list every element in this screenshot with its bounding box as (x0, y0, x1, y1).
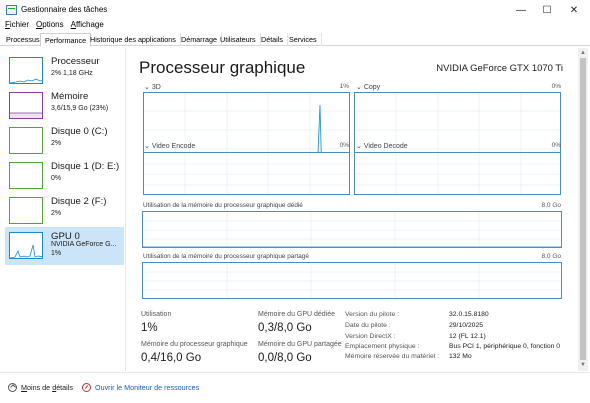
chevron-up-circle-icon (8, 383, 17, 392)
physical-location-label: Emplacement physique : (345, 343, 420, 350)
memoire-thumbnail (9, 92, 43, 119)
driver-version-value: 32.0.15.8180 (449, 311, 489, 318)
tab-utilisateurs[interactable]: Utilisateurs (216, 33, 261, 46)
tab-historique[interactable]: Historique des applications (86, 33, 181, 46)
sidebar-item-memoire[interactable]: Mémoire 3,6/15,9 Go (23%) (5, 87, 124, 125)
window-title: Gestionnaire des tâches (21, 5, 108, 14)
tab-bar: Processus Performance Historique des app… (0, 33, 590, 47)
reserved-memory-value: 132 Mo (449, 353, 472, 360)
dedicated-memory-graph (142, 211, 562, 248)
sidebar-item-label: Disque 2 (F:) (51, 196, 107, 207)
sidebar-item-processeur[interactable]: Processeur 2% 1,18 GHz (5, 52, 124, 90)
menu-fichier[interactable]: Fichier (5, 20, 29, 32)
menu-bar: Fichier Options Affichage (0, 20, 104, 32)
sidebar-item-detail: 2% (51, 210, 62, 217)
engine-3d-percent: 1% (339, 83, 349, 90)
sidebar-item-label: Disque 1 (D: E:) (51, 161, 120, 172)
sidebar-item-usage: 1% (51, 250, 62, 257)
scroll-down-arrow-icon[interactable]: ▼ (579, 361, 587, 369)
engine-copy-label[interactable]: ⌄ Copy (356, 83, 380, 91)
shared-memory-label: Utilisation de la mémoire du processeur … (143, 253, 309, 260)
vertical-scrollbar[interactable]: ▲ ▼ (578, 48, 588, 371)
directx-version-value: 12 (FL 12.1) (449, 333, 486, 340)
disque-0-thumbnail (9, 127, 43, 154)
disque-2-thumbnail (9, 197, 43, 224)
tab-services[interactable]: Services (285, 33, 322, 46)
shared-memory-graph (142, 262, 562, 299)
engine-video-encode-label[interactable]: ⌄ Video Encode (144, 142, 195, 150)
minimize-button[interactable]: — (508, 0, 534, 20)
sidebar-item-disque-0[interactable]: Disque 0 (C:) 2% (5, 122, 124, 160)
sidebar-item-gpu-0[interactable]: GPU 0 NVIDIA GeForce G... 1% (5, 227, 124, 265)
scroll-up-arrow-icon[interactable]: ▲ (579, 49, 587, 57)
less-details-button[interactable]: Moins de détails (8, 383, 73, 392)
shared-mem-value: 0,0/8,0 Go (258, 352, 312, 364)
driver-date-value: 29/10/2025 (449, 322, 484, 329)
performance-sidebar: Processeur 2% 1,18 GHz Mémoire 3,6/15,9 … (0, 48, 126, 371)
gpu-detail-panel: Processeur graphique NVIDIA GeForce GTX … (127, 48, 577, 371)
sidebar-item-detail: NVIDIA GeForce G... (51, 241, 117, 248)
sidebar-item-label: Mémoire (51, 91, 89, 102)
engine-video-decode-label[interactable]: ⌄ Video Decode (356, 142, 408, 150)
open-resource-monitor-link[interactable]: Ouvrir le Moniteur de ressources (82, 383, 199, 392)
engine-3d-label[interactable]: ⌄ 3D (144, 83, 161, 91)
gpu-memory-label: Mémoire du processeur graphique (141, 341, 248, 348)
reserved-memory-label: Mémoire réservée du matériel : (345, 353, 440, 360)
less-details-label: Moins de détails (21, 383, 73, 392)
sidebar-item-label: Disque 0 (C:) (51, 126, 108, 137)
sidebar-item-disque-1[interactable]: Disque 1 (D: E:) 0% (5, 157, 124, 195)
sidebar-item-detail: 0% (51, 175, 62, 182)
scroll-thumb[interactable] (580, 58, 586, 360)
task-manager-app-icon (6, 5, 17, 15)
engine-video-encode-percent: 0% (339, 142, 349, 149)
resource-monitor-label: Ouvrir le Moniteur de ressources (95, 383, 200, 392)
dedicated-memory-max: 8,0 Go (541, 202, 561, 209)
sidebar-item-detail: 2% 1,18 GHz (51, 70, 93, 77)
menu-options[interactable]: Options (36, 20, 64, 32)
shared-mem-label: Mémoire du GPU partagée (258, 341, 342, 348)
footer-bar: Moins de détails Ouvrir le Moniteur de r… (0, 372, 590, 403)
tab-performance[interactable]: Performance (40, 33, 92, 47)
utilisation-value: 1% (141, 322, 158, 334)
engine-video-encode-graph (143, 152, 350, 195)
tab-processus[interactable]: Processus (2, 33, 45, 46)
page-title: Processeur graphique (139, 58, 306, 77)
tab-details[interactable]: Détails (257, 33, 288, 46)
sidebar-item-label: Processeur (51, 56, 100, 67)
gpu-0-thumbnail (9, 232, 43, 259)
engine-copy-percent: 0% (551, 83, 561, 90)
gpu-memory-value: 0,4/16,0 Go (141, 352, 202, 364)
engine-video-decode-percent: 0% (551, 142, 561, 149)
directx-version-label: Version DirectX : (345, 333, 396, 340)
utilisation-label: Utilisation (141, 311, 172, 318)
title-bar: Gestionnaire des tâches — ☐ ✕ (0, 0, 590, 20)
dedicated-mem-label: Mémoire du GPU dédiée (258, 311, 336, 318)
driver-version-label: Version du pilote : (345, 311, 400, 318)
sidebar-item-detail: 3,6/15,9 Go (23%) (51, 105, 109, 112)
sidebar-item-detail: 2% (51, 140, 62, 147)
resource-monitor-icon (82, 383, 91, 392)
menu-affichage[interactable]: Affichage (71, 20, 104, 32)
sidebar-item-disque-2[interactable]: Disque 2 (F:) 2% (5, 192, 124, 230)
driver-date-label: Date du pilote : (345, 322, 391, 329)
engine-video-decode-graph (354, 152, 561, 195)
physical-location-value: Bus PCI 1, périphérique 0, fonction 0 (449, 343, 561, 350)
shared-memory-max: 8,0 Go (541, 253, 561, 260)
maximize-button[interactable]: ☐ (534, 0, 560, 20)
gpu-model-name: NVIDIA GeForce GTX 1070 Ti (436, 63, 563, 74)
processeur-thumbnail (9, 57, 43, 84)
close-button[interactable]: ✕ (561, 0, 587, 20)
dedicated-mem-value: 0,3/8,0 Go (258, 322, 312, 334)
disque-1-thumbnail (9, 162, 43, 189)
dedicated-memory-label: Utilisation de la mémoire du processeur … (143, 202, 303, 209)
